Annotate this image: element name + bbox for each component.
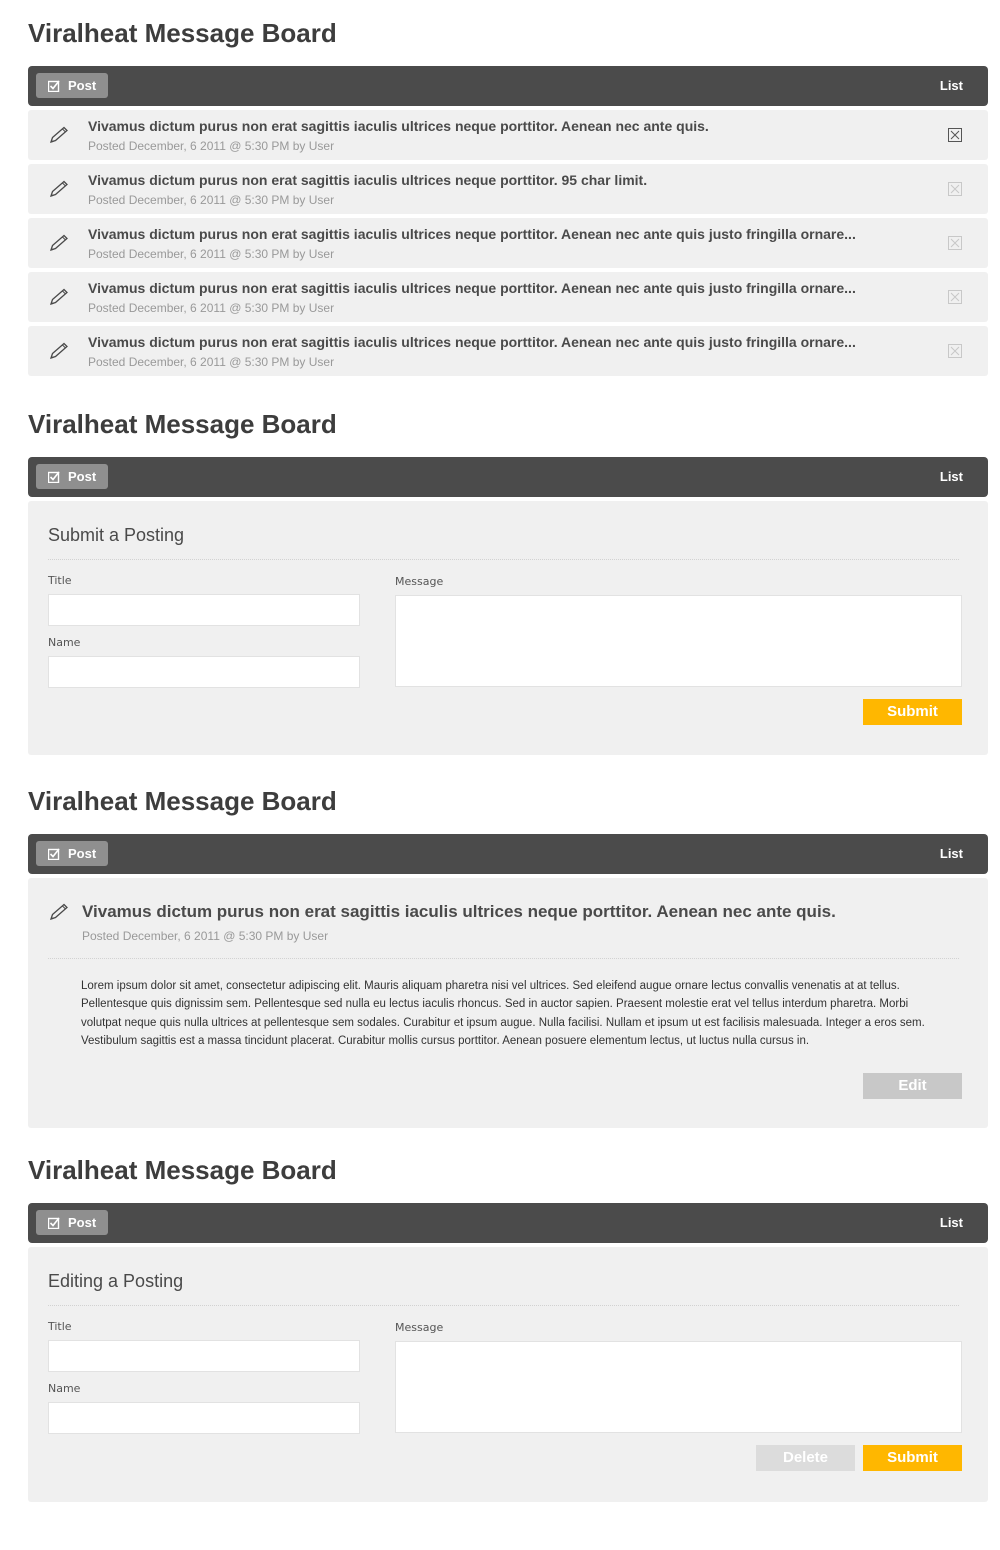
post-meta: Posted December, 6 2011 @ 5:30 PM by Use… bbox=[88, 301, 335, 315]
post-meta: Posted December, 6 2011 @ 5:30 PM by Use… bbox=[88, 355, 335, 369]
close-box-icon[interactable] bbox=[948, 290, 962, 309]
list-view-section: Viralheat Message Board Post List Vivamu… bbox=[28, 0, 988, 380]
post-title[interactable]: Vivamus dictum purus non erat sagittis i… bbox=[88, 334, 856, 350]
pencil-icon bbox=[48, 233, 70, 258]
post-button-label: Post bbox=[68, 78, 97, 93]
toolbar: Post List bbox=[28, 834, 988, 874]
list-link[interactable]: List bbox=[940, 469, 963, 484]
list-link[interactable]: List bbox=[940, 846, 963, 861]
title-label: Title bbox=[48, 1320, 72, 1333]
edit-form: Editing a Posting Title Name Message Del… bbox=[28, 1247, 988, 1502]
title-input[interactable] bbox=[48, 1340, 360, 1372]
post-body: Lorem ipsum dolor sit amet, consectetur … bbox=[81, 980, 925, 1047]
name-input[interactable] bbox=[48, 656, 360, 688]
post-button-label: Post bbox=[68, 846, 97, 861]
post-meta: Posted December, 6 2011 @ 5:30 PM by Use… bbox=[88, 247, 335, 261]
post-title[interactable]: Vivamus dictum purus non erat sagittis i… bbox=[88, 226, 856, 242]
message-textarea[interactable] bbox=[395, 1341, 962, 1433]
list-link[interactable]: List bbox=[940, 78, 963, 93]
post-detail: Vivamus dictum purus non erat sagittis i… bbox=[28, 878, 988, 1128]
form-heading: Editing a Posting bbox=[48, 1271, 184, 1291]
post-title[interactable]: Vivamus dictum purus non erat sagittis i… bbox=[88, 172, 647, 188]
page-title: Viralheat Message Board bbox=[28, 18, 337, 48]
pencil-icon bbox=[48, 179, 70, 204]
post-meta: Posted December, 6 2011 @ 5:30 PM by Use… bbox=[88, 193, 335, 207]
pencil-icon bbox=[48, 125, 70, 150]
list-item[interactable]: Vivamus dictum purus non erat sagittis i… bbox=[28, 218, 988, 268]
checkbox-icon bbox=[48, 1217, 60, 1229]
submit-view-section: Viralheat Message Board Post List Submit… bbox=[28, 391, 988, 756]
post-meta: Posted December, 6 2011 @ 5:30 PM by Use… bbox=[88, 139, 335, 153]
checkbox-icon bbox=[48, 471, 60, 483]
close-box-icon[interactable] bbox=[948, 236, 962, 255]
submit-button[interactable]: Submit bbox=[863, 699, 962, 725]
edit-button[interactable]: Edit bbox=[863, 1073, 962, 1099]
list-item[interactable]: Vivamus dictum purus non erat sagittis i… bbox=[28, 272, 988, 322]
message-label: Message bbox=[395, 1321, 444, 1334]
edit-view-section: Viralheat Message Board Post List Editin… bbox=[28, 1137, 988, 1503]
page-title: Viralheat Message Board bbox=[28, 786, 337, 816]
toolbar: Post List bbox=[28, 66, 988, 106]
post-meta: Posted December, 6 2011 @ 5:30 PM by Use… bbox=[82, 929, 329, 943]
title-input[interactable] bbox=[48, 594, 360, 626]
post-title[interactable]: Vivamus dictum purus non erat sagittis i… bbox=[88, 280, 856, 296]
detail-view-section: Viralheat Message Board Post List Vivamu… bbox=[28, 768, 988, 1130]
close-box-icon[interactable] bbox=[948, 182, 962, 201]
pencil-icon bbox=[48, 902, 70, 927]
pencil-icon bbox=[48, 341, 70, 366]
post-title: Vivamus dictum purus non erat sagittis i… bbox=[82, 902, 836, 921]
delete-button[interactable]: Delete bbox=[756, 1445, 855, 1471]
divider bbox=[48, 1305, 959, 1306]
pencil-icon bbox=[48, 287, 70, 312]
form-heading: Submit a Posting bbox=[48, 525, 185, 545]
close-box-icon[interactable] bbox=[948, 344, 962, 363]
divider bbox=[48, 958, 959, 959]
post-button[interactable]: Post bbox=[36, 841, 108, 866]
checkbox-icon bbox=[48, 80, 60, 92]
checkbox-icon bbox=[48, 848, 60, 860]
name-input[interactable] bbox=[48, 1402, 360, 1434]
list-link[interactable]: List bbox=[940, 1215, 963, 1230]
submit-button[interactable]: Submit bbox=[863, 1445, 962, 1471]
name-label: Name bbox=[48, 1382, 81, 1395]
page-title: Viralheat Message Board bbox=[28, 409, 337, 439]
toolbar: Post List bbox=[28, 1203, 988, 1243]
post-button[interactable]: Post bbox=[36, 73, 108, 98]
close-box-icon[interactable] bbox=[948, 128, 962, 147]
toolbar: Post List bbox=[28, 457, 988, 497]
title-label: Title bbox=[48, 574, 72, 587]
list-item[interactable]: Vivamus dictum purus non erat sagittis i… bbox=[28, 326, 988, 376]
post-button[interactable]: Post bbox=[36, 1210, 108, 1235]
list-item[interactable]: Vivamus dictum purus non erat sagittis i… bbox=[28, 164, 988, 214]
message-textarea[interactable] bbox=[395, 595, 962, 687]
submit-form: Submit a Posting Title Name Message Subm… bbox=[28, 501, 988, 755]
post-button-label: Post bbox=[68, 469, 97, 484]
list-item[interactable]: Vivamus dictum purus non erat sagittis i… bbox=[28, 110, 988, 160]
post-button-label: Post bbox=[68, 1215, 97, 1230]
divider bbox=[48, 559, 959, 560]
message-label: Message bbox=[395, 575, 444, 588]
post-button[interactable]: Post bbox=[36, 464, 108, 489]
page-title: Viralheat Message Board bbox=[28, 1155, 337, 1185]
post-title[interactable]: Vivamus dictum purus non erat sagittis i… bbox=[88, 118, 709, 134]
name-label: Name bbox=[48, 636, 81, 649]
